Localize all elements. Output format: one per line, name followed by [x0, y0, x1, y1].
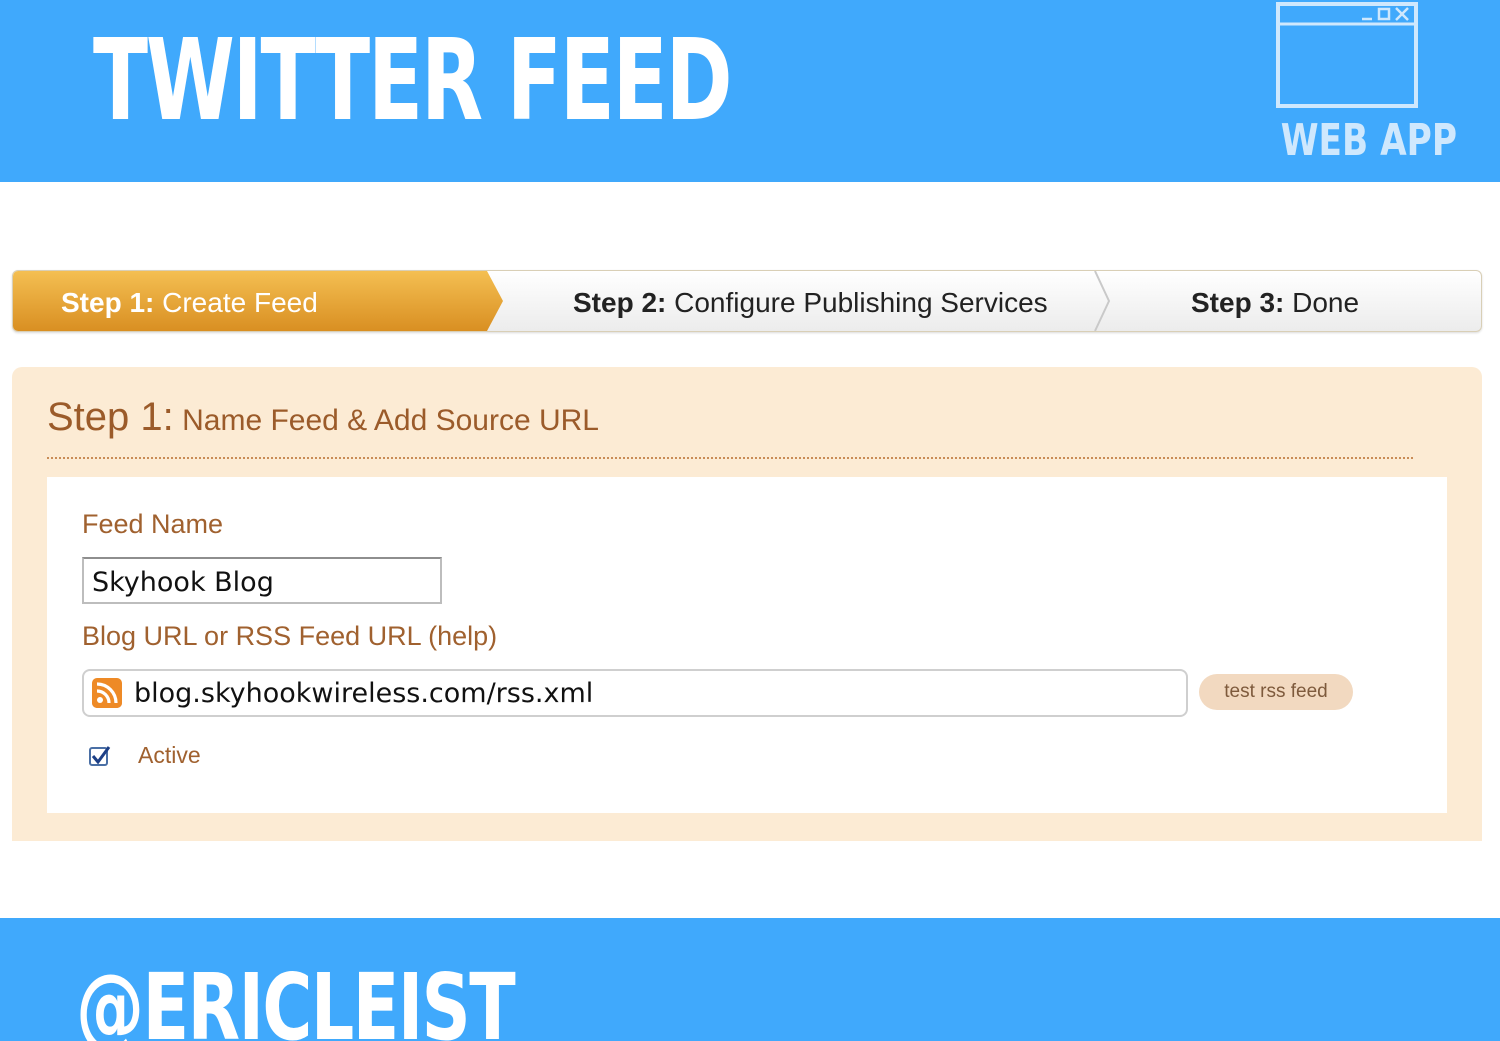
active-label: Active [138, 742, 201, 768]
feed-url-value: blog.skyhookwireless.com/rss.xml [134, 678, 594, 709]
step-1-label: Create Feed [162, 287, 318, 318]
rss-icon [92, 678, 122, 708]
panel-divider [47, 457, 1413, 459]
feed-url-input[interactable]: blog.skyhookwireless.com/rss.xml [82, 669, 1188, 717]
feed-url-label: Blog URL or RSS Feed URL (help) [82, 621, 498, 651]
step-3-label: Done [1292, 287, 1360, 318]
step-1-create-feed[interactable]: Step 1: Create Feed [61, 271, 318, 331]
feed-name-input[interactable]: Skyhook Blog [82, 557, 442, 604]
step-progress-bar: Step 1: Create Feed Step 2: Configure Pu… [12, 270, 1482, 332]
step-3-done[interactable]: Step 3: Done [1191, 271, 1359, 331]
browser-window-icon [1276, 2, 1418, 108]
twitter-handle: @ERICLEIST [76, 954, 516, 1041]
top-banner: TWITTER FEED WEB APP [0, 0, 1500, 182]
slide-title: TWITTER FEED [93, 16, 733, 146]
bottom-banner: @ERICLEIST [0, 918, 1500, 1041]
panel-heading-prefix: Step 1: [47, 395, 174, 439]
feed-name-label: Feed Name [82, 509, 224, 539]
web-app-label: WEB APP [1280, 115, 1457, 166]
active-checkbox[interactable] [89, 745, 111, 767]
panel-heading: Step 1: Name Feed & Add Source URL [47, 395, 599, 440]
step-2-configure-publishing[interactable]: Step 2: Configure Publishing Services [573, 271, 1048, 331]
step-2-label: Configure Publishing Services [674, 287, 1048, 318]
step-1-panel: Step 1: Name Feed & Add Source URL Feed … [12, 367, 1482, 841]
step-2-prefix: Step 2: [573, 287, 667, 318]
step-3-prefix: Step 3: [1191, 287, 1285, 318]
feed-form: Feed Name Skyhook Blog Blog URL or RSS F… [47, 477, 1447, 813]
web-app-badge: WEB APP [1262, 0, 1457, 175]
test-rss-feed-button[interactable]: test rss feed [1199, 674, 1353, 710]
step-1-prefix: Step 1: [61, 287, 155, 318]
panel-heading-text: Name Feed & Add Source URL [182, 404, 599, 437]
